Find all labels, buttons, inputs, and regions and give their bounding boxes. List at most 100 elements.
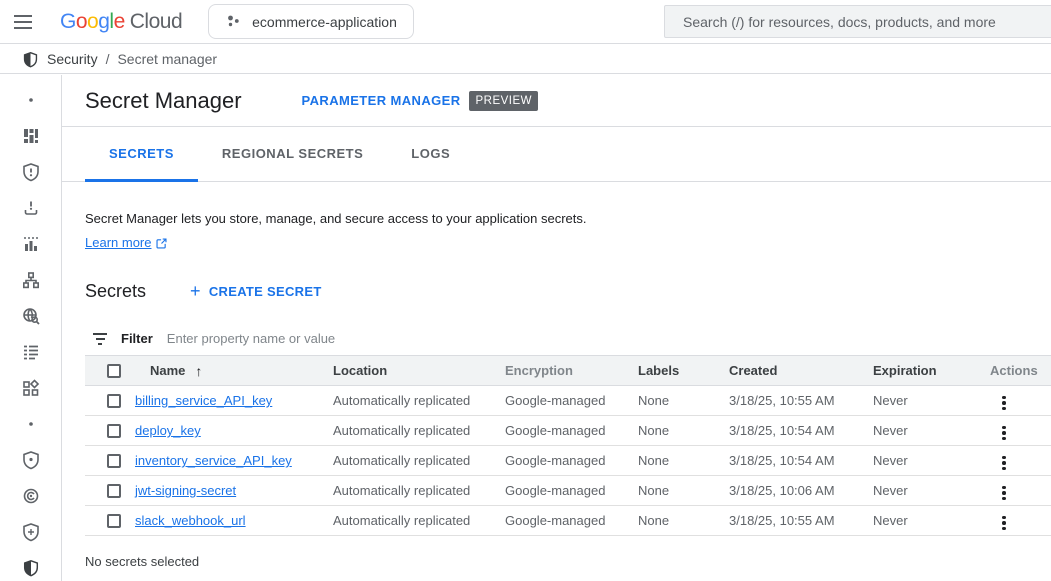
breadcrumb-secret-manager: Secret manager (117, 51, 217, 67)
shield-alert-icon[interactable] (0, 154, 62, 190)
breadcrumb-separator: / (106, 51, 110, 67)
cell-encryption: Google-managed (505, 386, 638, 416)
cell-encryption: Google-managed (505, 506, 638, 536)
tab-secrets[interactable]: SECRETS (85, 127, 198, 182)
tab-logs[interactable]: LOGS (387, 127, 474, 182)
row-checkbox[interactable] (107, 514, 121, 528)
description-block: Secret Manager lets you store, manage, a… (62, 182, 1051, 252)
cell-expiration: Never (873, 416, 990, 446)
column-header-labels[interactable]: Labels (638, 356, 729, 386)
project-dots-icon (225, 13, 242, 30)
secret-name-link[interactable]: slack_webhook_url (135, 513, 246, 528)
secrets-section-title: Secrets (85, 281, 146, 302)
filter-icon (93, 333, 107, 345)
select-all-checkbox[interactable] (107, 364, 121, 378)
cell-encryption: Google-managed (505, 446, 638, 476)
compliance-dial-icon[interactable] (0, 478, 62, 514)
selection-status: No secrets selected (85, 554, 1051, 569)
cell-encryption: Google-managed (505, 416, 638, 446)
google-cloud-logo: Google Cloud (60, 10, 182, 34)
description-text: Secret Manager lets you store, manage, a… (85, 210, 1051, 228)
search-input[interactable] (665, 14, 1051, 30)
secret-name-link[interactable]: inventory_service_API_key (135, 453, 292, 468)
table-row: jwt-signing-secret Automatically replica… (85, 476, 1051, 506)
row-actions-menu-icon[interactable] (996, 392, 1012, 415)
main-content: Secret Manager PARAMETER MANAGER PREVIEW… (62, 75, 1051, 581)
cell-created: 3/18/25, 10:06 AM (729, 476, 873, 506)
security-shield-icon (22, 51, 39, 68)
column-header-encryption: Encryption (505, 356, 638, 386)
cell-labels: None (638, 386, 729, 416)
table-row: billing_service_API_key Automatically re… (85, 386, 1051, 416)
shield-check-icon[interactable] (0, 442, 62, 478)
filter-input[interactable] (167, 331, 1051, 346)
dot-icon[interactable] (0, 82, 62, 118)
create-secret-button[interactable]: + CREATE SECRET (190, 282, 322, 300)
plus-icon: + (190, 282, 201, 300)
sort-ascending-icon[interactable]: ↑ (195, 363, 202, 379)
page-header: Secret Manager PARAMETER MANAGER PREVIEW (62, 75, 1051, 127)
cell-labels: None (638, 416, 729, 446)
row-checkbox[interactable] (107, 424, 121, 438)
secret-name-link[interactable]: deploy_key (135, 423, 201, 438)
cell-location: Automatically replicated (333, 386, 505, 416)
cell-expiration: Never (873, 506, 990, 536)
cell-expiration: Never (873, 476, 990, 506)
column-header-expiration[interactable]: Expiration (873, 356, 990, 386)
global-search (664, 5, 1051, 38)
cell-location: Automatically replicated (333, 506, 505, 536)
cell-created: 3/18/25, 10:55 AM (729, 506, 873, 536)
bar-chart-icon[interactable] (0, 226, 62, 262)
security-nav-sidebar (0, 75, 62, 581)
row-actions-menu-icon[interactable] (996, 422, 1012, 445)
cell-expiration: Never (873, 386, 990, 416)
breadcrumb: Security / Secret manager (0, 45, 1051, 74)
hamburger-menu-icon[interactable] (0, 0, 46, 44)
column-header-name[interactable]: Name (150, 363, 185, 378)
column-header-location[interactable]: Location (333, 356, 505, 386)
secret-manager-shield-icon[interactable] (0, 550, 62, 581)
cell-created: 3/18/25, 10:55 AM (729, 386, 873, 416)
dense-list-icon[interactable] (0, 334, 62, 370)
cell-expiration: Never (873, 446, 990, 476)
table-row: slack_webhook_url Automatically replicat… (85, 506, 1051, 536)
dot-icon[interactable] (0, 406, 62, 442)
tray-alert-icon[interactable] (0, 190, 62, 226)
cell-labels: None (638, 506, 729, 536)
cell-location: Automatically replicated (333, 446, 505, 476)
secret-name-link[interactable]: jwt-signing-secret (135, 483, 236, 498)
shapes-grid-icon[interactable] (0, 370, 62, 406)
globe-search-icon[interactable] (0, 298, 62, 334)
table-row: deploy_key Automatically replicated Goog… (85, 416, 1051, 446)
row-checkbox[interactable] (107, 454, 121, 468)
cloud-wordmark: Cloud (130, 10, 182, 34)
cell-labels: None (638, 446, 729, 476)
learn-more-link[interactable]: Learn more (85, 234, 151, 252)
dashboard-blocks-icon[interactable] (0, 118, 62, 154)
project-selector[interactable]: ecommerce-application (208, 4, 414, 39)
row-actions-menu-icon[interactable] (996, 482, 1012, 505)
tab-bar: SECRETS REGIONAL SECRETS LOGS (62, 127, 1051, 182)
network-topology-icon[interactable] (0, 262, 62, 298)
column-header-created[interactable]: Created (729, 356, 873, 386)
cell-location: Automatically replicated (333, 416, 505, 446)
breadcrumb-security[interactable]: Security (47, 51, 98, 67)
row-actions-menu-icon[interactable] (996, 452, 1012, 475)
parameter-manager-link[interactable]: PARAMETER MANAGER (302, 93, 461, 108)
cell-location: Automatically replicated (333, 476, 505, 506)
top-app-bar: Google Cloud ecommerce-application (0, 0, 1051, 44)
cell-labels: None (638, 476, 729, 506)
shield-plus-icon[interactable] (0, 514, 62, 550)
google-logo-letters: Google (60, 10, 125, 34)
row-checkbox[interactable] (107, 484, 121, 498)
row-checkbox[interactable] (107, 394, 121, 408)
preview-badge: PREVIEW (469, 91, 538, 111)
filter-bar: Filter (85, 322, 1051, 355)
cell-created: 3/18/25, 10:54 AM (729, 416, 873, 446)
create-secret-label: CREATE SECRET (209, 284, 322, 299)
project-selector-label: ecommerce-application (252, 14, 397, 30)
cell-encryption: Google-managed (505, 476, 638, 506)
secret-name-link[interactable]: billing_service_API_key (135, 393, 272, 408)
tab-regional-secrets[interactable]: REGIONAL SECRETS (198, 127, 387, 182)
row-actions-menu-icon[interactable] (996, 512, 1012, 535)
